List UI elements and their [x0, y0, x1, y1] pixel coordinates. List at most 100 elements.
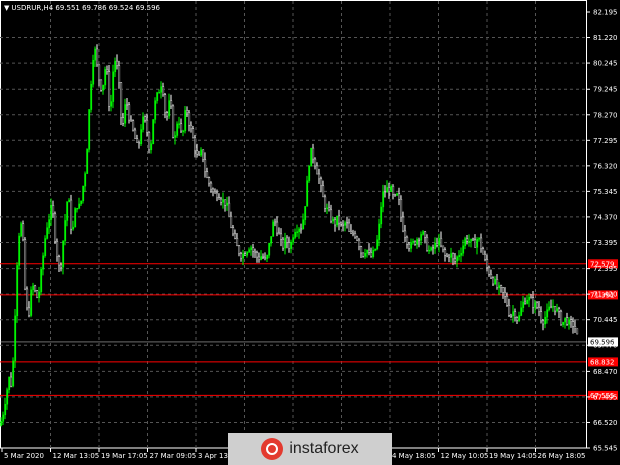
candle — [338, 209, 341, 231]
candle — [562, 321, 565, 328]
candle — [240, 251, 243, 262]
candle-body — [162, 86, 165, 95]
candle — [58, 254, 61, 273]
candle-body — [528, 296, 531, 301]
candle-body — [346, 222, 349, 224]
candle — [256, 250, 259, 263]
candle — [440, 231, 443, 248]
candle-body — [38, 291, 41, 298]
candle — [126, 98, 129, 110]
candle-body — [158, 92, 161, 94]
candle — [90, 80, 93, 113]
candle-body — [342, 224, 345, 226]
candle-body — [72, 226, 75, 230]
candle-body — [222, 199, 225, 203]
chart-grid — [0, 0, 587, 449]
candle-body — [430, 247, 433, 251]
candle-body — [404, 230, 407, 238]
candle — [516, 316, 519, 325]
candle — [330, 204, 333, 224]
candle-body — [390, 185, 393, 192]
candle-body — [332, 219, 335, 222]
candle-body — [420, 234, 423, 241]
x-tick-label: 19 Mar 17:05 — [101, 452, 148, 460]
watermark: instaforex — [228, 433, 392, 465]
candle — [480, 233, 483, 253]
candle — [400, 195, 403, 222]
price-chart[interactable]: 72.57971.39168.83267.55569.596 82.195 81.… — [0, 0, 620, 465]
candle — [472, 237, 475, 241]
candle — [306, 175, 309, 207]
candle-body — [160, 86, 163, 93]
candle — [282, 237, 285, 251]
candle-body — [184, 110, 187, 132]
candle — [542, 318, 545, 331]
candle — [278, 227, 281, 235]
candle — [36, 289, 39, 299]
candle — [224, 199, 227, 212]
candle — [74, 207, 77, 228]
candle — [326, 203, 329, 215]
candle — [450, 247, 453, 263]
candle — [418, 237, 421, 248]
candle-body — [542, 320, 545, 325]
candle — [438, 233, 441, 253]
candle-body — [48, 219, 51, 228]
candle-body — [34, 285, 37, 291]
candle — [242, 249, 245, 266]
candle-body — [436, 242, 439, 246]
candle — [504, 287, 507, 304]
candle-body — [228, 202, 231, 217]
candle — [172, 104, 175, 139]
candle — [134, 127, 137, 139]
candle — [458, 250, 461, 261]
candle-body — [230, 215, 233, 228]
candle-body — [518, 315, 521, 321]
x-tick-label: 12 May 10:05 — [441, 452, 489, 460]
candle-body — [224, 199, 227, 206]
candle-body — [426, 237, 429, 252]
y-tick-label: 72.395 — [593, 265, 618, 273]
candle — [452, 252, 455, 266]
candle — [496, 274, 499, 290]
candle-body — [398, 193, 401, 200]
candle-body — [298, 228, 301, 232]
candle — [464, 236, 467, 250]
candle-body — [124, 104, 127, 124]
candle-body — [354, 233, 357, 238]
candle — [576, 328, 579, 335]
candle-body — [132, 120, 135, 131]
candle — [246, 251, 249, 258]
y-tick-label: 82.195 — [593, 9, 618, 17]
candle-body — [434, 242, 437, 249]
candle — [22, 220, 25, 242]
candle — [140, 124, 143, 147]
candle — [488, 265, 491, 277]
symbol-ohlc: USDRUR,H4 69.551 69.786 69.524 69.596 — [11, 4, 161, 12]
candle-body — [448, 255, 451, 258]
candle — [94, 46, 97, 68]
candle — [314, 157, 317, 170]
candle-body — [400, 199, 403, 218]
candle — [372, 246, 375, 259]
candle — [284, 232, 287, 255]
candle — [272, 219, 275, 237]
candle-body — [574, 326, 577, 329]
candle — [82, 185, 85, 204]
candle — [112, 64, 115, 109]
candle-body — [374, 248, 377, 251]
x-tick-label: 5 Mar 2020 — [4, 452, 44, 460]
candle — [104, 66, 107, 89]
candle-body — [256, 252, 259, 258]
candle — [18, 232, 21, 270]
candle-body — [134, 129, 137, 139]
candle-body — [384, 191, 387, 193]
candle-body — [96, 48, 99, 66]
candle — [54, 211, 57, 245]
candle — [510, 313, 513, 319]
candle-body — [280, 233, 283, 240]
candle — [114, 57, 117, 77]
candle-body — [568, 319, 571, 325]
candle-body — [252, 247, 255, 252]
candle — [544, 311, 547, 329]
